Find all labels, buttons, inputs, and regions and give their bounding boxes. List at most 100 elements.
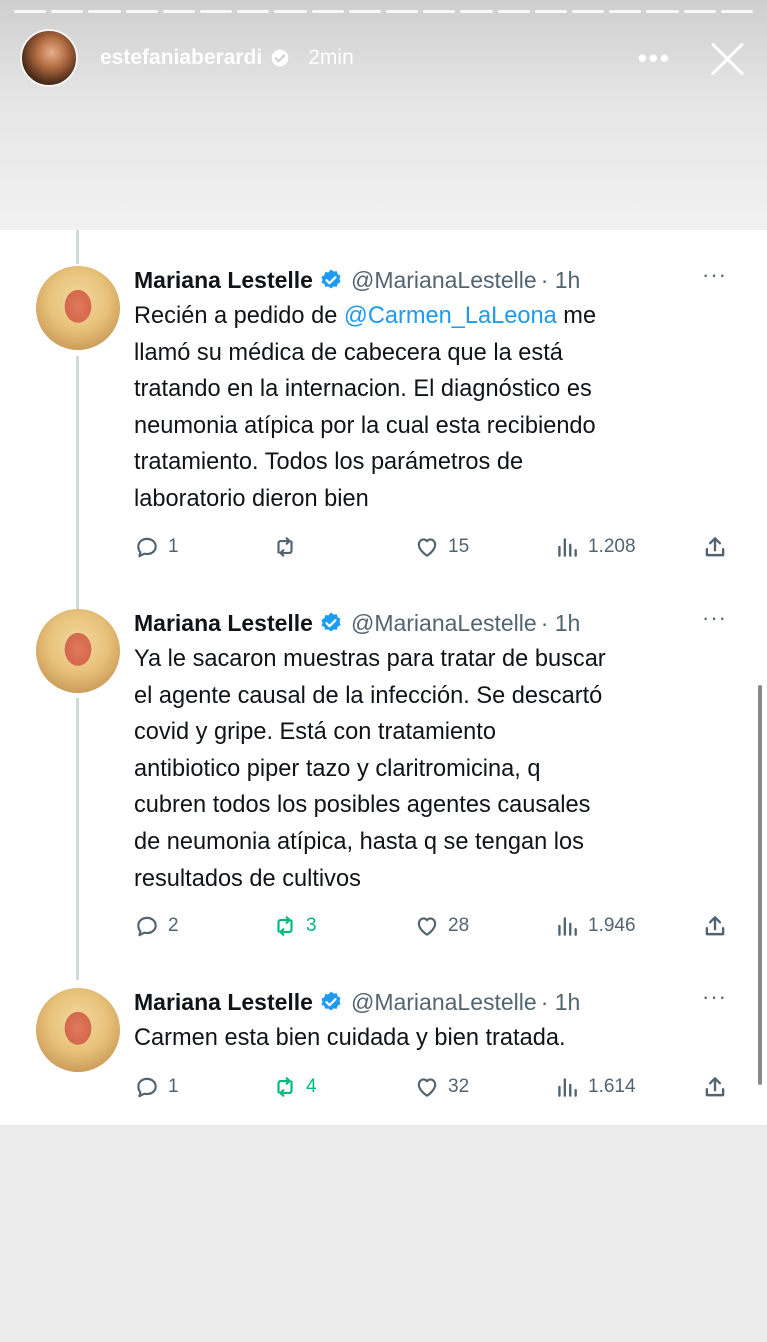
scrollbar[interactable] [758, 685, 762, 1085]
like-button[interactable]: 28 [414, 909, 469, 943]
views-icon [558, 538, 577, 557]
tweet-text-line: laboratorio dieron bien [134, 485, 369, 512]
share-button[interactable] [702, 530, 728, 564]
tweet-text: Recién a pedido de @Carmen_LaLeona me ll… [134, 298, 734, 518]
tweet-timestamp[interactable]: · 1h [541, 989, 581, 1016]
author-handle[interactable]: @MarianaLestelle [351, 989, 537, 1016]
heart-icon [417, 917, 437, 936]
author-handle[interactable]: @MarianaLestelle [351, 267, 537, 294]
views-button[interactable]: 1.946 [554, 909, 636, 943]
share-button[interactable] [702, 1070, 728, 1104]
tweet-timestamp[interactable]: · 1h [541, 267, 581, 294]
views-button[interactable]: 1.614 [554, 1070, 636, 1104]
views-count: 1.614 [588, 1076, 636, 1097]
more-options-icon[interactable]: ··· [702, 262, 727, 288]
progress-segment [609, 10, 642, 13]
avatar[interactable] [36, 609, 120, 693]
progress-segment [720, 10, 754, 13]
tweet-text-line: llamó su médica de cabecera que la está [134, 339, 563, 366]
like-button[interactable]: 15 [414, 530, 469, 564]
views-button[interactable]: 1.208 [554, 530, 636, 564]
more-options-icon[interactable]: ··· [702, 984, 727, 1010]
progress-segment [237, 10, 270, 13]
like-count: 15 [448, 536, 470, 557]
tweet-actions: 1 15 1.208 [134, 530, 734, 564]
tweet-text-line: tratamiento. Todos los parámetros de [134, 449, 524, 476]
tweet-actions: 2 3 28 1.946 [134, 909, 734, 943]
retweet-icon [277, 916, 293, 936]
author-name[interactable]: Mariana Lestelle [134, 989, 313, 1016]
story-timestamp: 2min [308, 46, 354, 69]
story-header-area: estefaniaberardi 2min ••• [0, 0, 767, 230]
author-name[interactable]: Mariana Lestelle [134, 610, 313, 637]
reply-icon [137, 537, 157, 558]
share-icon [705, 916, 725, 936]
views-count: 1.946 [588, 915, 636, 936]
progress-segment [200, 10, 233, 13]
tweet-actions: 1 4 32 1.614 [134, 1070, 734, 1104]
reply-icon [137, 916, 157, 937]
story-avatar[interactable] [20, 29, 78, 87]
progress-segment [348, 10, 382, 13]
tweet-text-line: neumonia atípica por la cual esta recibi… [134, 412, 596, 439]
thread-connector [76, 230, 79, 264]
tweet-text-line: antibiotico piper tazo y claritromicina,… [134, 755, 541, 782]
mention-link[interactable]: @Carmen_LaLeona [344, 303, 557, 329]
story-user-bar: estefaniaberardi 2min ••• [20, 28, 747, 88]
heart-icon [417, 538, 437, 557]
heart-icon [417, 1078, 437, 1097]
progress-segment [125, 10, 158, 13]
progress-segment [683, 10, 716, 13]
tweet-thread-screenshot: Mariana Lestelle @MarianaLestelle · 1h ·… [0, 230, 767, 1125]
author-name[interactable]: Mariana Lestelle [134, 267, 313, 294]
progress-segment [497, 10, 530, 13]
views-count: 1.208 [588, 536, 636, 557]
retweet-button[interactable]: 3 [272, 909, 317, 943]
share-icon [705, 537, 725, 557]
tweet-header: Mariana Lestelle @MarianaLestelle · 1h [134, 984, 580, 1020]
views-icon [558, 917, 577, 936]
progress-segment [572, 10, 605, 13]
author-handle[interactable]: @MarianaLestelle [351, 610, 537, 637]
avatar[interactable] [36, 266, 120, 350]
retweet-count: 4 [306, 1076, 317, 1097]
tweet-header: Mariana Lestelle @MarianaLestelle · 1h [134, 262, 580, 298]
like-button[interactable]: 32 [414, 1070, 469, 1104]
reply-count: 1 [168, 1076, 179, 1097]
reply-count: 2 [168, 915, 179, 936]
tweet-text: Carmen esta bien cuidada y bien tratada. [134, 1020, 734, 1057]
retweet-button[interactable] [272, 530, 306, 564]
verified-badge-icon [321, 269, 341, 289]
tweet-text-line: el agente causal de la infección. Se des… [134, 682, 603, 709]
reply-button[interactable]: 1 [134, 1070, 179, 1104]
verified-badge-icon [321, 991, 341, 1011]
progress-segment [534, 10, 568, 13]
tweet-text-line: resultados de cultivos [134, 865, 361, 892]
thread-connector [76, 356, 79, 610]
tweet-text-line: Carmen esta bien cuidada y bien tratada. [134, 1025, 566, 1051]
tweet-header: Mariana Lestelle @MarianaLestelle · 1h [134, 605, 580, 641]
retweet-icon [277, 1077, 293, 1097]
story-progress-bar [14, 10, 754, 13]
progress-segment [460, 10, 493, 13]
more-options-icon[interactable]: ••• [638, 43, 671, 74]
story-username[interactable]: estefaniaberardi [100, 46, 262, 70]
reply-icon [137, 1077, 157, 1098]
progress-segment [646, 10, 679, 13]
share-button[interactable] [702, 909, 728, 943]
thread-connector [76, 698, 79, 980]
tweet-timestamp[interactable]: · 1h [541, 610, 581, 637]
more-options-icon[interactable]: ··· [702, 605, 727, 631]
reply-button[interactable]: 2 [134, 909, 179, 943]
tweet-text-line: covid y gripe. Está con tratamiento [134, 719, 496, 746]
retweet-count: 3 [306, 915, 317, 936]
reply-button[interactable]: 1 [134, 530, 179, 564]
close-icon[interactable] [709, 39, 747, 77]
retweet-button[interactable]: 4 [272, 1070, 317, 1104]
share-icon [705, 1077, 725, 1097]
retweet-icon [277, 537, 293, 557]
tweet-text-line: Ya le sacaron muestras para tratar de bu… [134, 646, 606, 672]
verified-badge-icon [321, 612, 341, 632]
avatar[interactable] [36, 988, 120, 1072]
tweet-text-line: Recién a pedido de @Carmen_LaLeona me [134, 303, 597, 329]
